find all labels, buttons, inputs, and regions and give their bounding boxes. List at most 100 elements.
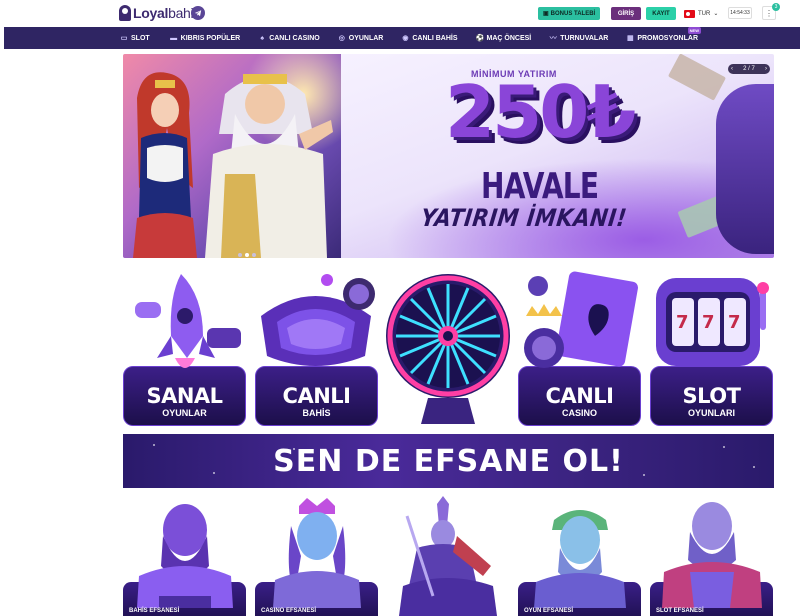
- wheel-of-fortune[interactable]: [385, 266, 512, 426]
- logo-icon: [119, 5, 131, 21]
- svg-text:7: 7: [702, 312, 715, 333]
- slider-prev-icon[interactable]: ‹: [731, 66, 733, 72]
- nav-item-slot[interactable]: ▭ SLOT: [120, 27, 150, 49]
- category-card-canli-bahis[interactable]: CANLI BAHİS: [255, 266, 378, 426]
- kebab-icon: ⋮: [765, 8, 773, 18]
- nav-label: TURNUVALAR: [560, 34, 609, 42]
- legend-card-casino[interactable]: CASINO EFSANESİ: [255, 496, 378, 616]
- goddess-figure: [133, 72, 197, 258]
- card-title: SANAL: [146, 384, 223, 408]
- gift-icon: ▦: [627, 34, 634, 42]
- bust-statue-image: [137, 504, 233, 608]
- live-icon: ◉: [402, 34, 409, 42]
- banner-art-gods: [123, 54, 363, 258]
- page: Loyalbahis ▣ BONUS TALEBİ GİRİŞ KAYIT TU…: [0, 0, 800, 616]
- card-subtitle: OYUNLAR: [162, 408, 207, 418]
- svg-text:7: 7: [728, 312, 741, 333]
- slot-icon: ▭: [120, 34, 128, 42]
- nav-label: MAÇ ÖNCESİ: [486, 34, 532, 42]
- card-subtitle: BAHİS: [302, 408, 331, 418]
- banner-promo: MİNİMUM YATIRIM 250₺ HAVALE YATIRIM İMKA…: [341, 54, 774, 258]
- rocket-icon: [135, 274, 241, 368]
- slider-position: 2 / 7: [743, 66, 755, 72]
- banner-havale: HAVALE: [481, 166, 599, 207]
- hero-banner[interactable]: MİNİMUM YATIRIM 250₺ HAVALE YATIRIM İMKA…: [123, 54, 774, 258]
- card-subtitle: OYUNLARI: [688, 408, 735, 418]
- card-title: CANLI: [282, 384, 351, 408]
- gift-icon: ▣: [543, 11, 549, 17]
- fortune-wheel-icon: [386, 274, 510, 424]
- legend-banner[interactable]: SEN DE EFSANE OL!: [123, 434, 774, 488]
- games-icon: ◎: [338, 34, 345, 42]
- nav-item-kibris-populer[interactable]: ▬ KIBRIS POPÜLER: [170, 27, 241, 49]
- slider-dot[interactable]: [252, 253, 256, 257]
- main-nav: ▭ SLOT ▬ KIBRIS POPÜLER ♠ CANLI CASINO ◎…: [4, 27, 800, 49]
- legend-cards: BAHİS EFSANESİ CASINO EFSANESİ OYUN EFSA…: [123, 496, 774, 616]
- slider-dot[interactable]: [245, 253, 249, 257]
- slider-next-icon[interactable]: ›: [765, 66, 767, 72]
- nav-item-oyunlar[interactable]: ◎ OYUNLAR: [338, 27, 384, 49]
- turkey-flag-icon: [684, 9, 695, 18]
- nav-item-promosyonlar[interactable]: ▦ PROMOSYONLAR NEW: [626, 27, 701, 49]
- bonus-button-label: BONUS TALEBİ: [550, 10, 596, 17]
- card-title: CANLI: [545, 384, 614, 408]
- telegram-icon[interactable]: [191, 6, 205, 20]
- category-card-canli-casino[interactable]: CANLI CASINO: [518, 266, 641, 426]
- knight-statue-image: [399, 496, 497, 616]
- bonus-request-button[interactable]: ▣ BONUS TALEBİ: [538, 7, 601, 20]
- legend-card-warrior[interactable]: [387, 496, 510, 616]
- legend-banner-text: SEN DE EFSANE OL!: [273, 443, 624, 479]
- bust-statue-image: [273, 498, 361, 608]
- nav-label: CANLI CASINO: [269, 34, 320, 42]
- legend-card-label: OYUN EFSANESİ: [524, 608, 574, 614]
- slider-controls: ‹ 2 / 7 ›: [728, 64, 770, 74]
- nav-label: OYUNLAR: [348, 34, 384, 42]
- legend-card-label: SLOT EFSANESİ: [656, 608, 704, 614]
- bust-statue-image: [662, 502, 762, 608]
- tournament-icon: 〰: [549, 34, 557, 42]
- svg-text:7: 7: [676, 312, 689, 333]
- category-card-sanal-oyunlar[interactable]: SANAL OYUNLAR: [123, 266, 246, 426]
- slider-dots: [238, 253, 256, 257]
- legend-card-slot[interactable]: SLOT EFSANESİ: [650, 496, 773, 616]
- stadium-icon: [261, 274, 375, 366]
- slot-machine-icon: 7 7 7: [656, 278, 769, 366]
- zeus-figure: [205, 74, 333, 258]
- language-select[interactable]: TUR ⌄: [684, 8, 718, 19]
- nav-item-canli-casino[interactable]: ♠ CANLI CASINO: [258, 27, 320, 49]
- new-badge: NEW: [687, 27, 701, 34]
- nav-label: CANLI BAHİS: [412, 34, 458, 42]
- card-title: SLOT: [682, 384, 741, 408]
- logo-text: Loyalbahis: [133, 5, 200, 21]
- playing-card-icon: [524, 271, 638, 368]
- notification-badge: 3: [772, 3, 780, 11]
- nav-item-canli-bahis[interactable]: ◉ CANLI BAHİS: [401, 27, 457, 49]
- popular-icon: ▬: [170, 34, 178, 42]
- nav-item-mac-oncesi[interactable]: ⚽ MAÇ ÖNCESİ: [476, 27, 532, 49]
- category-card-slot-oyunlari[interactable]: 7 7 7 SLOT OYUNLARI: [650, 266, 773, 426]
- banner-amount: 250₺: [445, 70, 636, 154]
- legend-card-oyun[interactable]: OYUN EFSANESİ: [518, 496, 641, 616]
- slider-dot[interactable]: [238, 253, 242, 257]
- banner-yatirim: YATIRIM İMKANI!: [419, 204, 629, 232]
- nav-label: SLOT: [131, 34, 150, 42]
- legend-card-label: CASINO EFSANESİ: [261, 608, 317, 614]
- logo[interactable]: Loyalbahis: [119, 4, 200, 22]
- language-label: TUR: [698, 10, 711, 17]
- legend-card-label: BAHİS EFSANESİ: [129, 608, 180, 614]
- chevron-down-icon: ⌄: [713, 11, 719, 17]
- banknote-image: [667, 54, 727, 101]
- register-button[interactable]: KAYIT: [646, 7, 676, 20]
- card-subtitle: CASINO: [561, 408, 597, 418]
- match-icon: ⚽: [475, 34, 485, 42]
- legend-card-bahis[interactable]: BAHİS EFSANESİ: [123, 496, 246, 616]
- login-button[interactable]: GİRİŞ: [611, 7, 641, 20]
- logo-main: Loyal: [133, 5, 169, 21]
- clock: 14:54:33: [728, 7, 752, 19]
- nav-item-turnuvalar[interactable]: 〰 TURNUVALAR: [549, 27, 609, 49]
- casino-icon: ♠: [260, 34, 265, 42]
- vr-character-image: [716, 84, 774, 254]
- nav-label: PROMOSYONLAR: [637, 34, 698, 42]
- nav-label: KIBRIS POPÜLER: [180, 34, 241, 42]
- top-bar: Loyalbahis ▣ BONUS TALEBİ GİRİŞ KAYIT TU…: [0, 0, 800, 26]
